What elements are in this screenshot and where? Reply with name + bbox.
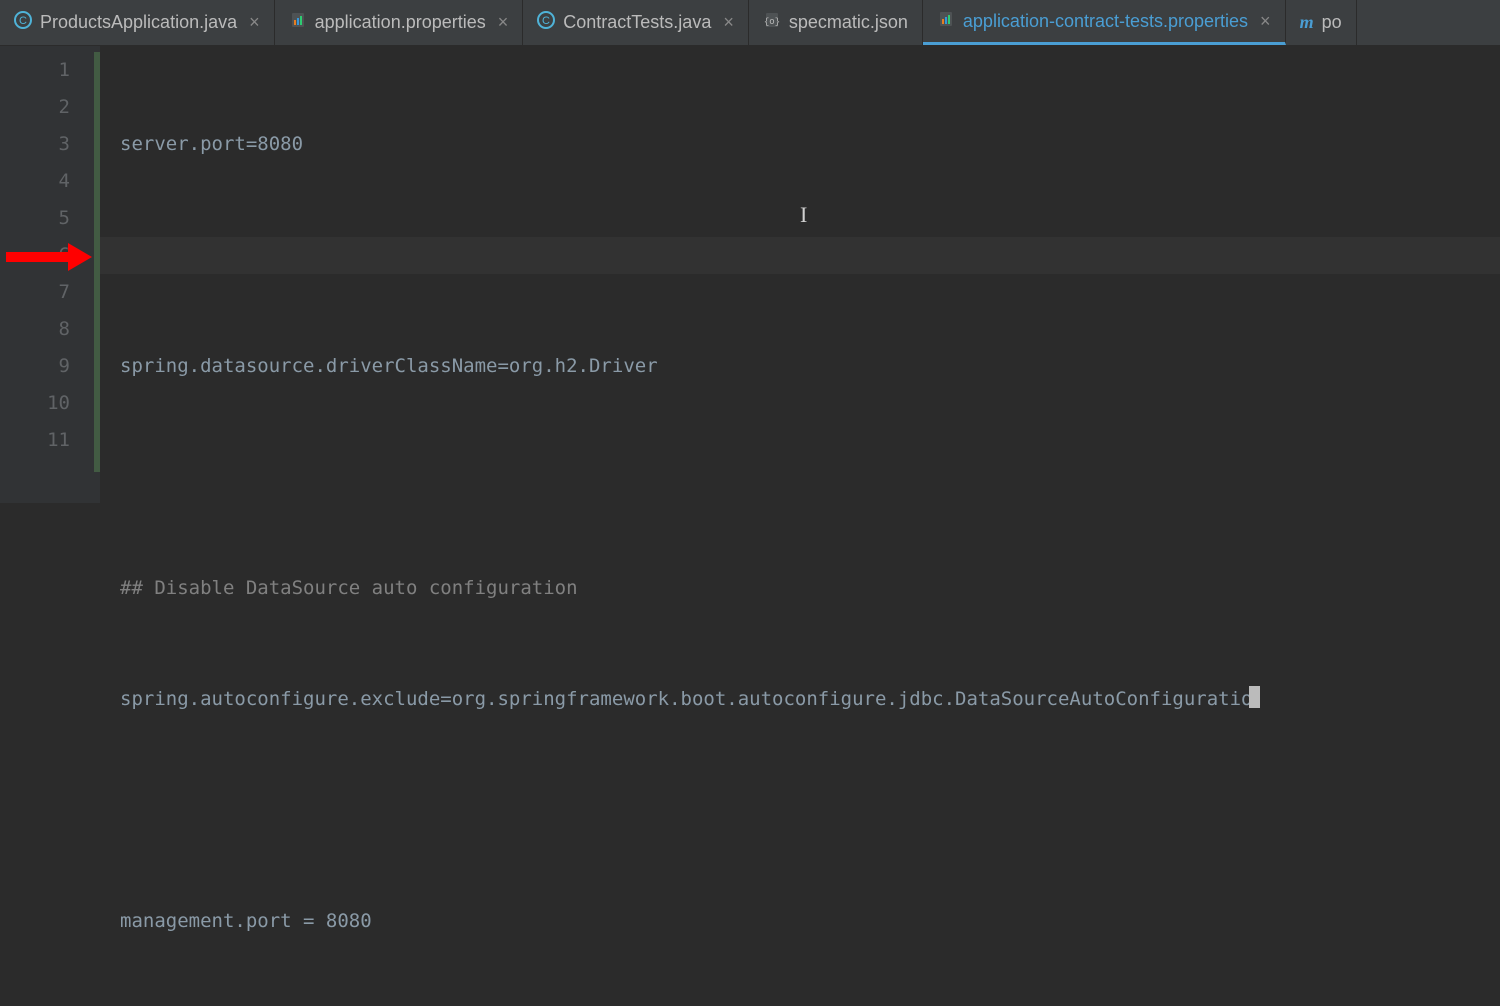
line-number-gutter: 1 2 3 4 5 6 7 8 9 10 11 (0, 46, 100, 503)
json-file-icon: {o} (763, 11, 781, 34)
tab-label: po (1322, 12, 1342, 33)
line-number: 11 (0, 422, 70, 459)
code-line (120, 792, 1260, 829)
close-icon[interactable]: × (1260, 11, 1271, 32)
tab-label: application.properties (315, 12, 486, 33)
line-number: 1 (0, 52, 70, 89)
tab-label: specmatic.json (789, 12, 908, 33)
line-number: 9 (0, 348, 70, 385)
properties-file-icon (937, 10, 955, 33)
java-class-icon: C (14, 11, 32, 34)
line-number: 7 (0, 274, 70, 311)
tab-label: application-contract-tests.properties (963, 11, 1248, 32)
tab-specmatic-json[interactable]: {o} specmatic.json (749, 0, 923, 45)
arrow-annotation (6, 243, 92, 271)
code-editor[interactable]: 1 2 3 4 5 6 7 8 9 10 11 server.port=8080… (0, 46, 1500, 503)
close-icon[interactable]: × (723, 12, 734, 33)
text-cursor-icon: I (800, 202, 802, 230)
line-number: 8 (0, 311, 70, 348)
code-line-comment: ## Disable DataSource auto configuration (120, 570, 1260, 607)
m-file-icon: m (1300, 12, 1314, 33)
code-line: spring.datasource.driverClassName=org.h2… (120, 348, 1260, 385)
tab-label: ProductsApplication.java (40, 12, 237, 33)
code-line: server.port=8080 (120, 126, 1260, 163)
line-number: 5 (0, 200, 70, 237)
tab-application-properties[interactable]: application.properties × (275, 0, 524, 45)
block-cursor (1249, 686, 1260, 708)
code-line: spring.autoconfigure.exclude=org.springf… (120, 681, 1260, 718)
line-number: 3 (0, 126, 70, 163)
tab-label: ContractTests.java (563, 12, 711, 33)
svg-text:{o}: {o} (764, 17, 780, 27)
code-line (120, 237, 1260, 274)
tab-application-contract-tests-properties[interactable]: application-contract-tests.properties × (923, 0, 1286, 45)
svg-text:C: C (542, 15, 550, 27)
close-icon[interactable]: × (249, 12, 260, 33)
code-line: management.port = 8080 (120, 903, 1260, 940)
java-class-icon: C (537, 11, 555, 34)
line-number: 2 (0, 89, 70, 126)
properties-file-icon (289, 11, 307, 34)
tab-products-application[interactable]: C ProductsApplication.java × (0, 0, 275, 45)
code-area[interactable]: server.port=8080 spring.datasource.drive… (100, 46, 1260, 503)
close-icon[interactable]: × (498, 12, 509, 33)
svg-text:C: C (19, 15, 27, 27)
editor-tabbar: C ProductsApplication.java × application… (0, 0, 1500, 46)
tab-contract-tests[interactable]: C ContractTests.java × (523, 0, 749, 45)
tab-overflow[interactable]: m po (1286, 0, 1357, 45)
code-line (120, 459, 1260, 496)
line-number: 10 (0, 385, 70, 422)
line-number: 4 (0, 163, 70, 200)
